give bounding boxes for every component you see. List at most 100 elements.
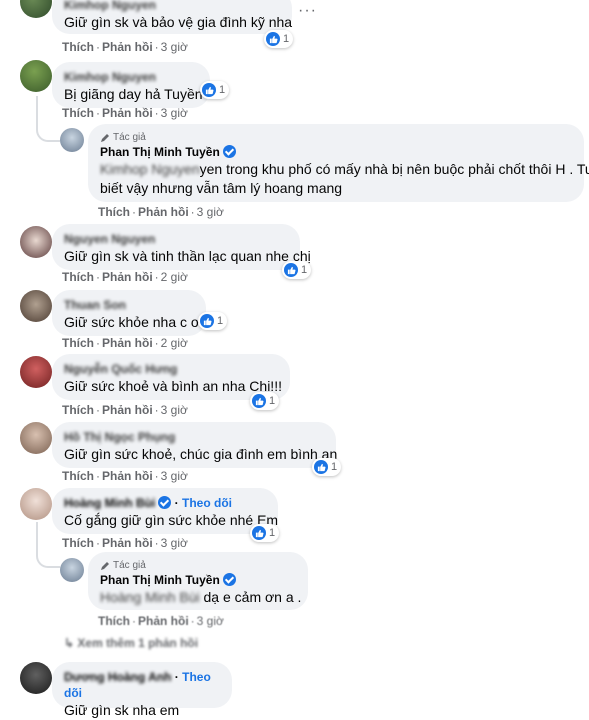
comment-actions: Thích · Phản hồi · 3 giờ	[98, 614, 224, 628]
reaction-count[interactable]: 1	[200, 81, 230, 99]
timestamp[interactable]: 2 giờ	[161, 270, 188, 284]
author-badge: Tác giả	[100, 131, 572, 144]
comment-bubble: Nguyen Nguyen Giữ gìn sk và tinh thần lạ…	[52, 224, 311, 270]
verified-badge-icon	[222, 573, 236, 586]
comment-text: Kimhop Nguyenyen trong khu phố có mấy nh…	[100, 161, 589, 177]
reaction-count[interactable]: 1	[250, 524, 280, 542]
reply-button[interactable]: Phản hồi	[102, 106, 153, 120]
more-options-icon[interactable]: ···	[298, 2, 317, 20]
like-reaction-icon	[202, 83, 216, 97]
like-reaction-icon	[284, 263, 298, 277]
avatar[interactable]	[20, 60, 52, 92]
commenter-name[interactable]: Hồ Thị Ngọc Phụng	[64, 429, 324, 445]
comment-bubble: Tác giả Phan Thị Minh Tuyền Kimhop Nguye…	[88, 124, 589, 202]
comment-text: Giữ gìn sk và bảo vệ gia đình kỹ nha	[64, 14, 293, 30]
follow-button[interactable]: Theo dõi	[182, 496, 232, 510]
reply-button[interactable]: Phản hồi	[102, 403, 153, 417]
avatar[interactable]	[20, 0, 52, 18]
pencil-icon	[101, 133, 109, 142]
like-button[interactable]: Thích	[98, 205, 130, 219]
comment-actions: Thích · Phản hồi · 3 giờ	[62, 536, 188, 550]
commenter-name[interactable]: Kimhop Nguyen	[64, 69, 198, 85]
comment-text-continued: biết vậy nhưng vẫn tâm lý hoang mang	[100, 180, 343, 196]
reaction-count[interactable]: 1	[312, 458, 342, 476]
like-button[interactable]: Thích	[62, 336, 94, 350]
author-badge: Tác giả	[100, 559, 296, 572]
commenter-name[interactable]: Phan Thị Minh Tuyền	[100, 573, 220, 587]
commenter-name[interactable]: Phan Thị Minh Tuyền	[100, 145, 220, 159]
commenter-name[interactable]: Dương Hoàng Anh	[64, 670, 171, 684]
comment-bubble: Hoàng Minh Bùi · Theo dõi Cố gắng giữ gì…	[52, 488, 278, 534]
reply-button[interactable]: Phản hồi	[138, 614, 189, 628]
commenter-name[interactable]: Kimhop Nguyen	[64, 0, 280, 13]
timestamp[interactable]: 3 giờ	[161, 106, 188, 120]
comment-text: Giữ sức khỏe nha c ơi	[64, 314, 204, 330]
mention-tag[interactable]: Kimhop Nguyen	[100, 161, 200, 177]
reply-thread-line	[36, 522, 60, 568]
like-reaction-icon	[252, 394, 266, 408]
comment-bubble: Kimhop Nguyen Bị giãng day hả Tuyền	[52, 62, 210, 108]
like-button[interactable]: Thích	[98, 614, 130, 628]
comment-actions: Thích · Phản hồi · 3 giờ	[98, 205, 224, 219]
timestamp[interactable]: 3 giờ	[161, 40, 188, 54]
avatar[interactable]	[60, 128, 84, 152]
reply-button[interactable]: Phản hồi	[102, 469, 153, 483]
verified-badge-icon	[158, 496, 172, 509]
comment-bubble: Thuan Son Giữ sức khỏe nha c ơi	[52, 290, 206, 336]
like-reaction-icon	[200, 314, 214, 328]
reaction-count[interactable]: 1	[282, 261, 312, 279]
timestamp[interactable]: 3 giờ	[161, 536, 188, 550]
comment-actions: Thích · Phản hồi · 3 giờ	[62, 40, 188, 54]
comment-text: Hoàng Minh Bùi dạ e cảm ơn a .	[100, 589, 302, 605]
like-button[interactable]: Thích	[62, 270, 94, 284]
comment-bubble: Dương Hoàng Anh · Theo dõi Giữ gìn sk nh…	[52, 662, 232, 718]
like-button[interactable]: Thích	[62, 40, 94, 54]
avatar[interactable]	[20, 356, 52, 388]
like-reaction-icon	[266, 32, 280, 46]
avatar[interactable]	[60, 558, 84, 582]
reply-button[interactable]: Phản hồi	[138, 205, 189, 219]
commenter-name[interactable]: Nguyen Nguyen	[64, 231, 288, 247]
timestamp[interactable]: 3 giờ	[161, 469, 188, 483]
reaction-count[interactable]: 1	[198, 312, 228, 330]
reply-button[interactable]: Phản hồi	[102, 536, 153, 550]
avatar[interactable]	[20, 422, 52, 454]
avatar[interactable]	[20, 290, 52, 322]
comment-text: Giữ gìn sk nha em	[64, 702, 180, 718]
mention-tag[interactable]: Hoàng Minh Bùi	[100, 589, 200, 605]
comment-text: Bị giãng day hả Tuyền	[64, 86, 203, 102]
comment-bubble: Hồ Thị Ngọc Phụng Giữ gìn sức khoẻ, chúc…	[52, 422, 337, 468]
comment-bubble: Kimhop Nguyen Giữ gìn sk và bảo vệ gia đ…	[52, 0, 292, 34]
reply-button[interactable]: Phản hồi	[102, 40, 153, 54]
pencil-icon	[101, 561, 109, 570]
comment-text: Giữ sức khoẻ và bình an nha Chị!!!	[64, 378, 282, 394]
timestamp[interactable]: 3 giờ	[161, 403, 188, 417]
timestamp[interactable]: 3 giờ	[197, 614, 224, 628]
comment-actions: Thích · Phản hồi · 3 giờ	[62, 106, 188, 120]
verified-badge-icon	[222, 145, 236, 158]
like-button[interactable]: Thích	[62, 536, 94, 550]
like-button[interactable]: Thích	[62, 403, 94, 417]
like-button[interactable]: Thích	[62, 106, 94, 120]
commenter-name[interactable]: Nguyễn Quốc Hưng	[64, 361, 278, 377]
reaction-count[interactable]: 1	[264, 30, 294, 48]
like-button[interactable]: Thích	[62, 469, 94, 483]
timestamp[interactable]: 3 giờ	[197, 205, 224, 219]
comment-actions: Thích · Phản hồi · 2 giờ	[62, 270, 188, 284]
reply-thread-line	[36, 96, 60, 142]
timestamp[interactable]: 2 giờ	[161, 336, 188, 350]
commenter-name[interactable]: Hoàng Minh Bùi	[64, 496, 155, 510]
reply-button[interactable]: Phản hồi	[102, 336, 153, 350]
view-more-replies-link[interactable]: ↳ Xem thêm 1 phản hồi	[64, 636, 198, 650]
avatar[interactable]	[20, 662, 52, 694]
reply-button[interactable]: Phản hồi	[102, 270, 153, 284]
commenter-name[interactable]: Thuan Son	[64, 297, 194, 313]
like-reaction-icon	[314, 460, 328, 474]
comment-bubble: Tác giả Phan Thị Minh Tuyền Hoàng Minh B…	[88, 552, 308, 610]
reaction-count[interactable]: 1	[250, 392, 280, 410]
like-reaction-icon	[252, 526, 266, 540]
avatar[interactable]	[20, 226, 52, 258]
avatar[interactable]	[20, 488, 52, 520]
comment-text: Cố gắng giữ gìn sức khỏe nhé Em	[64, 512, 279, 528]
reply-arrow-icon: ↳	[64, 636, 78, 650]
